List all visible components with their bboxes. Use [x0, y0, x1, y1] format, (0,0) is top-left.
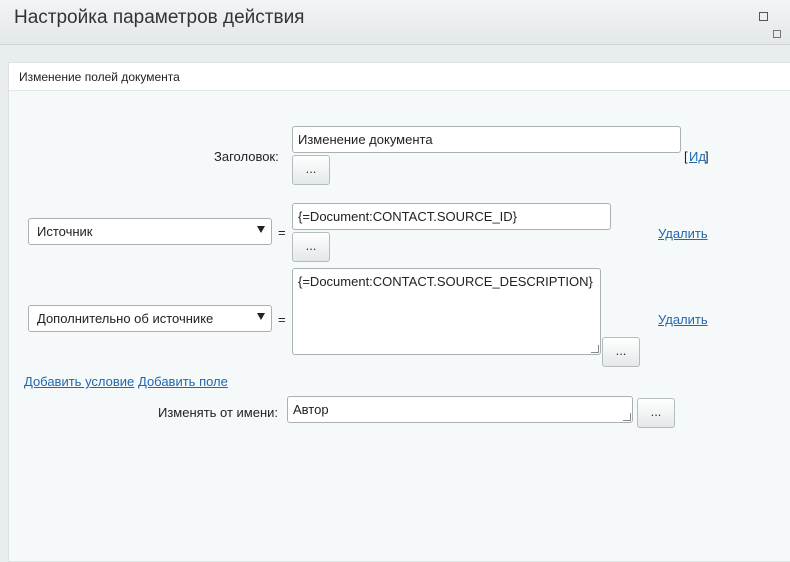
panel-header: Изменение полей документа — [9, 63, 790, 91]
id-link-bracket-close: ] — [705, 149, 709, 164]
maximize-icon[interactable] — [759, 12, 768, 21]
equals-sign: = — [278, 312, 286, 327]
add-condition-link[interactable]: Добавить условие — [24, 374, 134, 389]
id-link-bracket-open: [ — [684, 149, 688, 164]
heading-label: Заголовок: — [214, 149, 279, 164]
heading-dots-button[interactable]: ... — [292, 155, 330, 185]
panel-title: Изменение полей документа — [19, 70, 180, 84]
id-link[interactable]: Ид — [689, 149, 706, 164]
window-title: Настройка параметров действия — [14, 7, 305, 28]
field-select-value: Дополнительно об источнике — [37, 311, 214, 326]
author-label: Изменять от имени: — [158, 405, 279, 420]
dropdown-arrow-icon — [257, 313, 265, 320]
author-dots-button[interactable]: ... — [637, 398, 675, 428]
equals-sign: = — [278, 225, 286, 240]
source-dots-button[interactable]: ... — [292, 232, 330, 262]
dropdown-arrow-icon — [257, 226, 265, 233]
source-description-value: {=Document:CONTACT.SOURCE_DESCRIPTION} — [298, 274, 593, 289]
delete-condition-link[interactable]: Удалить — [658, 226, 708, 241]
field-select-source[interactable]: Источник — [28, 218, 272, 245]
window-titlebar: Настройка параметров действия — [0, 0, 790, 45]
field-select-value: Источник — [37, 224, 93, 239]
source-description-textarea[interactable]: {=Document:CONTACT.SOURCE_DESCRIPTION} — [292, 268, 601, 355]
source-value-input[interactable]: {=Document:CONTACT.SOURCE_ID} — [292, 203, 611, 230]
author-value: Автор — [293, 402, 329, 417]
author-input[interactable]: Автор — [287, 396, 633, 423]
delete-condition-link[interactable]: Удалить — [658, 312, 708, 327]
add-field-link[interactable]: Добавить поле — [138, 374, 228, 389]
restore-icon[interactable] — [773, 30, 781, 38]
heading-input[interactable]: Изменение документа — [292, 126, 681, 153]
resize-handle-icon[interactable] — [623, 413, 631, 421]
source-description-dots-button[interactable]: ... — [602, 337, 640, 367]
field-select-source-description[interactable]: Дополнительно об источнике — [28, 305, 272, 332]
resize-handle-icon[interactable] — [591, 345, 599, 353]
